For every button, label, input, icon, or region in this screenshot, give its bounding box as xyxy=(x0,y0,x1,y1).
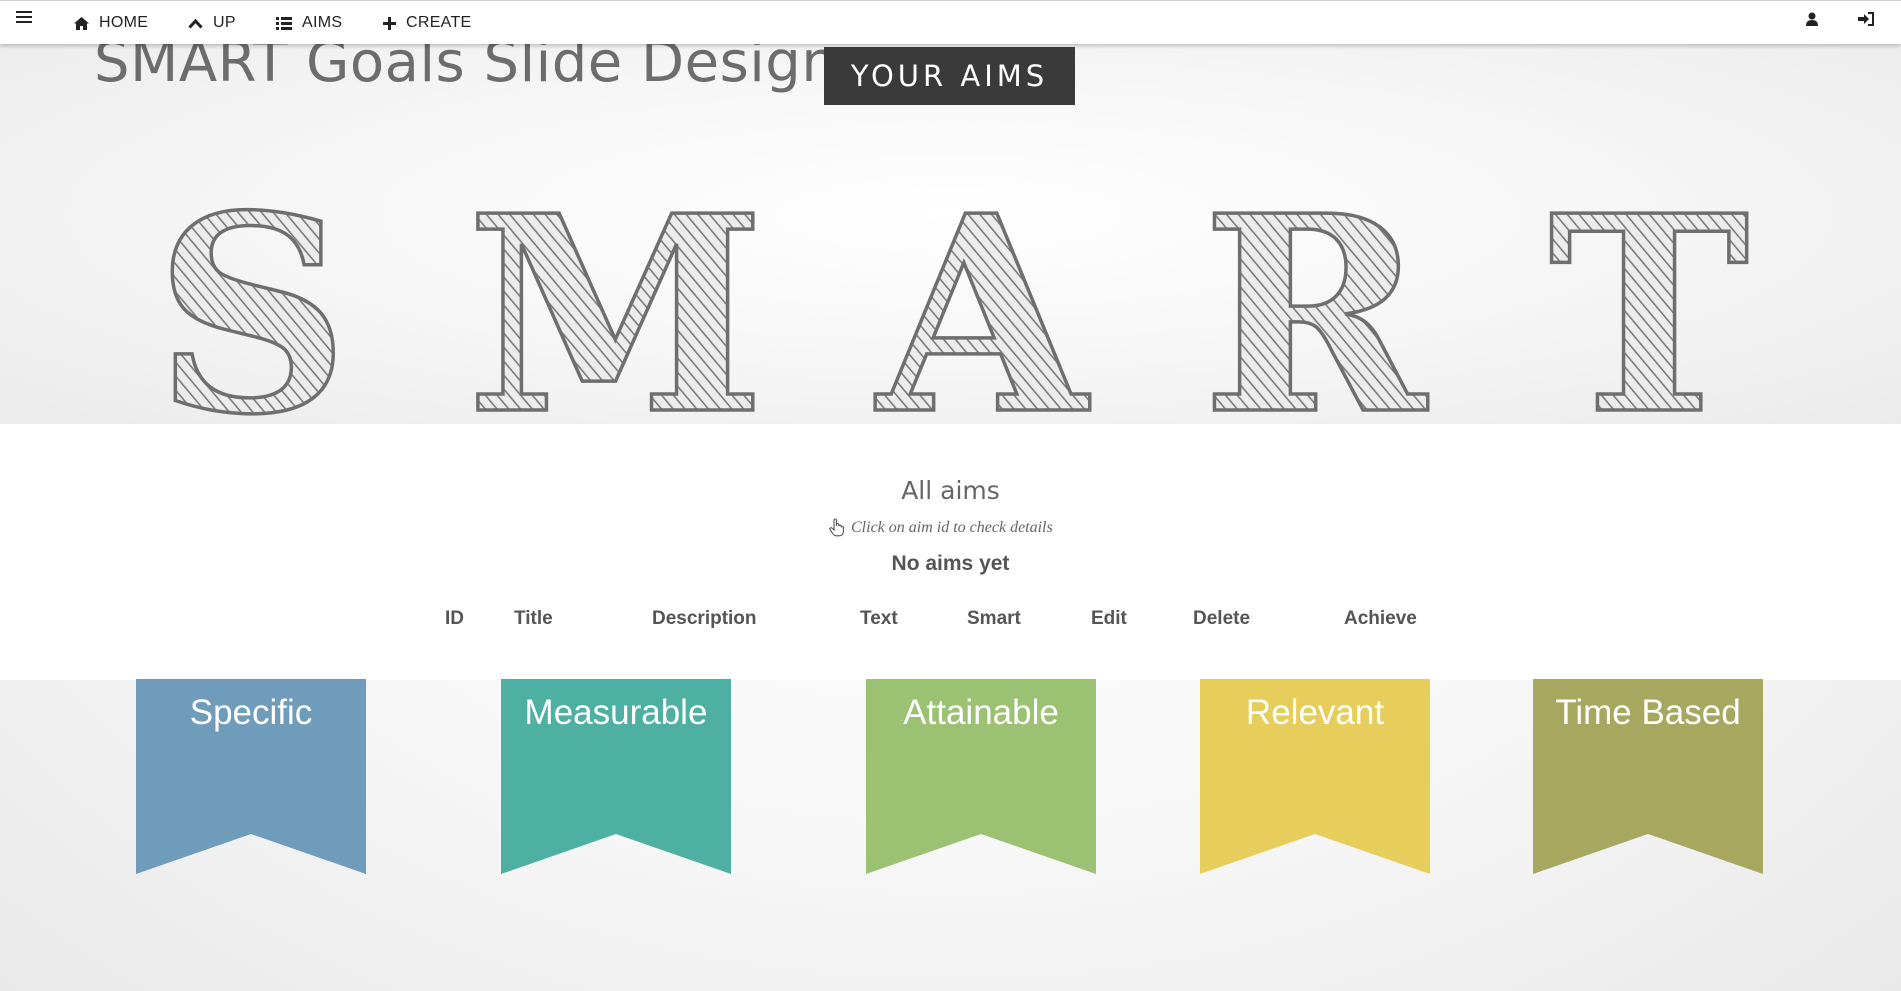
hamburger-menu-icon[interactable] xyxy=(16,11,32,27)
aims-heading: All aims xyxy=(901,476,1000,505)
aims-hint-text: Click on aim id to check details xyxy=(851,518,1053,536)
nav-home-link[interactable]: HOME xyxy=(74,1,148,45)
ribbon-specific: Specific xyxy=(136,679,366,874)
user-icon[interactable] xyxy=(1806,12,1818,31)
ribbon-measurable: Measurable xyxy=(501,679,731,874)
column-header-text[interactable]: Text xyxy=(860,608,898,630)
your-aims-button[interactable]: YOUR AIMS xyxy=(824,47,1075,105)
nav-up-label: UP xyxy=(213,14,236,31)
column-header-id[interactable]: ID xyxy=(445,608,464,630)
nav-create-label: CREATE xyxy=(406,14,472,31)
column-header-smart[interactable]: Smart xyxy=(967,608,1021,630)
ribbon-relevant: Relevant xyxy=(1200,679,1430,874)
nav-aims-link[interactable]: AIMS xyxy=(276,1,342,45)
ribbon-time-based: Time Based xyxy=(1533,679,1763,874)
ribbon-label: Measurable xyxy=(524,693,708,732)
sign-in-icon[interactable] xyxy=(1858,12,1874,31)
column-header-title[interactable]: Title xyxy=(514,608,553,630)
smart-letter-s: S xyxy=(155,156,350,424)
column-header-description[interactable]: Description xyxy=(652,608,757,630)
aims-hint: Click on aim id to check details xyxy=(828,518,1053,537)
smart-letter-t: T xyxy=(1549,156,1750,424)
home-icon xyxy=(74,16,89,30)
list-icon xyxy=(276,16,292,30)
column-header-delete[interactable]: Delete xyxy=(1193,608,1250,630)
column-header-achieve[interactable]: Achieve xyxy=(1344,608,1417,630)
chevron-up-icon xyxy=(188,18,203,29)
smart-letter-r: R xyxy=(1202,156,1430,424)
ribbon-attainable: Attainable xyxy=(866,679,1096,874)
top-navbar: HOME UP AIMS CREATE xyxy=(0,0,1901,44)
nav-create-link[interactable]: CREATE xyxy=(383,1,472,45)
ribbon-label: Specific xyxy=(189,693,313,732)
smart-letter-m: M xyxy=(467,156,766,424)
nav-home-label: HOME xyxy=(99,14,149,31)
no-aims-message: No aims yet xyxy=(891,552,1010,575)
aims-section: All aims Click on aim id to check detail… xyxy=(0,424,1901,680)
column-header-edit[interactable]: Edit xyxy=(1091,608,1127,630)
ribbon-label: Attainable xyxy=(903,693,1059,732)
smart-letter-a: A xyxy=(873,156,1092,424)
nav-up-link[interactable]: UP xyxy=(188,1,236,45)
ribbon-label: Time Based xyxy=(1555,693,1741,732)
ribbon-label: Relevant xyxy=(1245,693,1385,732)
hand-pointer-icon xyxy=(829,518,844,537)
nav-aims-label: AIMS xyxy=(302,14,343,31)
plus-icon xyxy=(383,16,396,30)
